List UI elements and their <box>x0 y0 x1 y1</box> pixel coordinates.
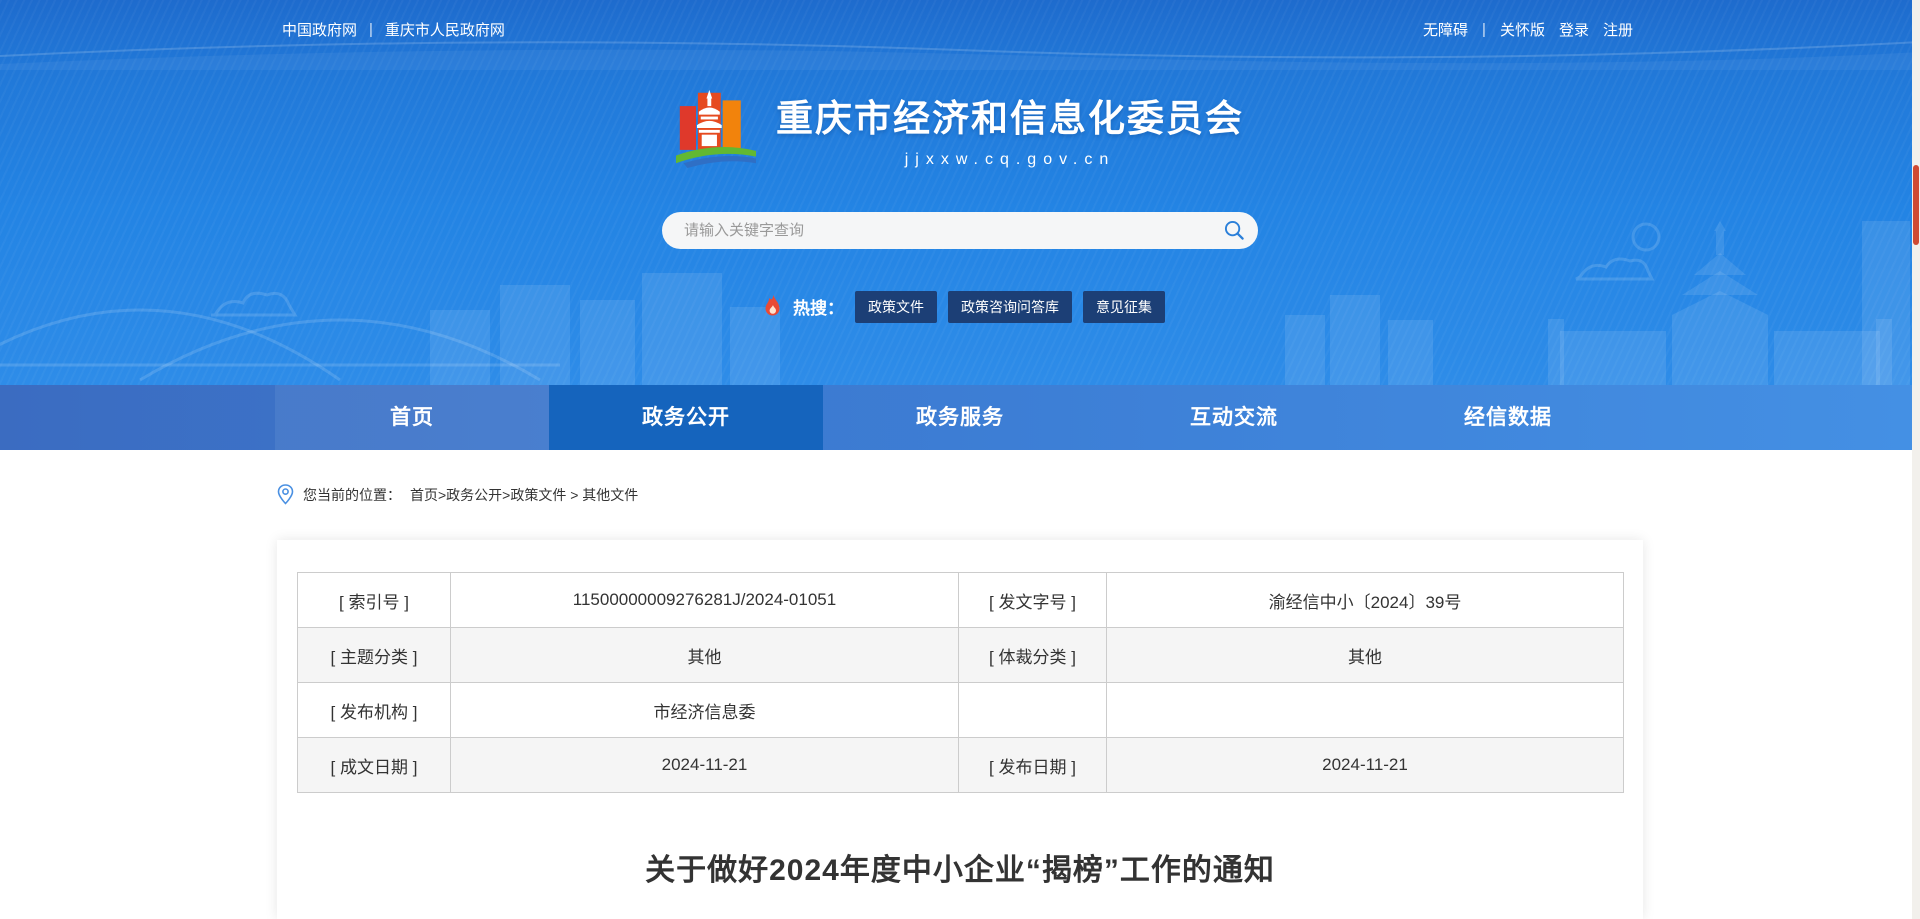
hot-link-policy-files[interactable]: 政策文件 <box>855 291 937 323</box>
hot-link-opinion-collect[interactable]: 意见征集 <box>1083 291 1165 323</box>
link-accessibility[interactable]: 无障碍 <box>1423 19 1468 40</box>
table-row: [ 发布机构 ] 市经济信息委 <box>298 683 1624 738</box>
site-title-block: 重庆市经济和信息化委员会 jjxxw.cq.gov.cn <box>776 88 1244 169</box>
topbar-left-links: 中国政府网 | 重庆市人民政府网 <box>282 19 505 40</box>
meta-value: 2024-11-21 <box>1107 738 1624 793</box>
topbar-divider: | <box>1482 21 1486 38</box>
meta-label: [ 成文日期 ] <box>298 738 451 793</box>
nav-tab-home[interactable]: 首页 <box>275 385 549 450</box>
hot-search-label: 热搜： <box>793 294 844 319</box>
nav-tab-gov-disclosure[interactable]: 政务公开 <box>549 385 823 450</box>
search-icon <box>1224 220 1245 241</box>
location-pin-icon <box>277 484 294 505</box>
site-logo-icon <box>676 86 756 170</box>
nav-tab-gov-services[interactable]: 政务服务 <box>823 385 1097 450</box>
document-card: [ 索引号 ] 11500000009276281J/2024-01051 [ … <box>277 540 1643 919</box>
main-nav: 首页 政务公开 政务服务 互动交流 经信数据 <box>0 385 1920 450</box>
meta-value: 11500000009276281J/2024-01051 <box>451 573 959 628</box>
topbar-divider: | <box>369 21 373 38</box>
meta-value: 其他 <box>1107 628 1624 683</box>
topbar-right-links: 无障碍 | 关怀版 登录 注册 <box>1423 19 1633 40</box>
meta-label: [ 体裁分类 ] <box>959 628 1107 683</box>
table-row: [ 索引号 ] 11500000009276281J/2024-01051 [ … <box>298 573 1624 628</box>
breadcrumb: 您当前的位置： 首页>政务公开>政策文件 > 其他文件 <box>277 484 638 505</box>
site-logo-block[interactable]: 重庆市经济和信息化委员会 jjxxw.cq.gov.cn <box>0 86 1920 170</box>
breadcrumb-path[interactable]: 首页>政务公开>政策文件 > 其他文件 <box>410 485 638 505</box>
nav-tab-interaction[interactable]: 互动交流 <box>1097 385 1371 450</box>
meta-label: [ 索引号 ] <box>298 573 451 628</box>
meta-label: [ 主题分类 ] <box>298 628 451 683</box>
meta-value: 市经济信息委 <box>451 683 959 738</box>
link-care-version[interactable]: 关怀版 <box>1500 19 1545 40</box>
scrollbar-thumb[interactable] <box>1913 165 1919 245</box>
site-url: jjxxw.cq.gov.cn <box>776 151 1244 169</box>
link-china-gov[interactable]: 中国政府网 <box>282 19 357 40</box>
hot-search-row: 热搜： 政策文件 政策咨询问答库 意见征集 <box>764 292 1165 321</box>
page: 中国政府网 | 重庆市人民政府网 无障碍 | 关怀版 登录 注册 <box>0 0 1920 919</box>
scrollbar-track[interactable] <box>1912 0 1920 919</box>
main-nav-inner: 首页 政务公开 政务服务 互动交流 经信数据 <box>0 385 1920 450</box>
meta-value <box>1107 683 1624 738</box>
document-meta-table: [ 索引号 ] 11500000009276281J/2024-01051 [ … <box>297 572 1624 793</box>
table-row: [ 成文日期 ] 2024-11-21 [ 发布日期 ] 2024-11-21 <box>298 738 1624 793</box>
meta-label: [ 发文字号 ] <box>959 573 1107 628</box>
meta-value: 渝经信中小〔2024〕39号 <box>1107 573 1624 628</box>
meta-label: [ 发布日期 ] <box>959 738 1107 793</box>
breadcrumb-label: 您当前的位置： <box>303 485 401 505</box>
document-title: 关于做好2024年度中小企业“揭榜”工作的通知 <box>277 845 1643 889</box>
search-bar <box>662 212 1258 249</box>
meta-label: [ 发布机构 ] <box>298 683 451 738</box>
search-button[interactable] <box>1224 220 1245 241</box>
search-input[interactable] <box>662 212 1258 249</box>
link-chongqing-gov[interactable]: 重庆市人民政府网 <box>385 19 505 40</box>
meta-value: 2024-11-21 <box>451 738 959 793</box>
hot-link-policy-qa[interactable]: 政策咨询问答库 <box>948 291 1072 323</box>
table-row: [ 主题分类 ] 其他 [ 体裁分类 ] 其他 <box>298 628 1624 683</box>
meta-label <box>959 683 1107 738</box>
meta-value: 其他 <box>451 628 959 683</box>
flame-icon <box>764 295 782 318</box>
site-title: 重庆市经济和信息化委员会 <box>776 88 1244 142</box>
site-header: 中国政府网 | 重庆市人民政府网 无障碍 | 关怀版 登录 注册 <box>0 0 1920 385</box>
login-button[interactable]: 登录 <box>1559 19 1589 40</box>
nav-tab-econ-data[interactable]: 经信数据 <box>1371 385 1645 450</box>
register-button[interactable]: 注册 <box>1603 19 1633 40</box>
